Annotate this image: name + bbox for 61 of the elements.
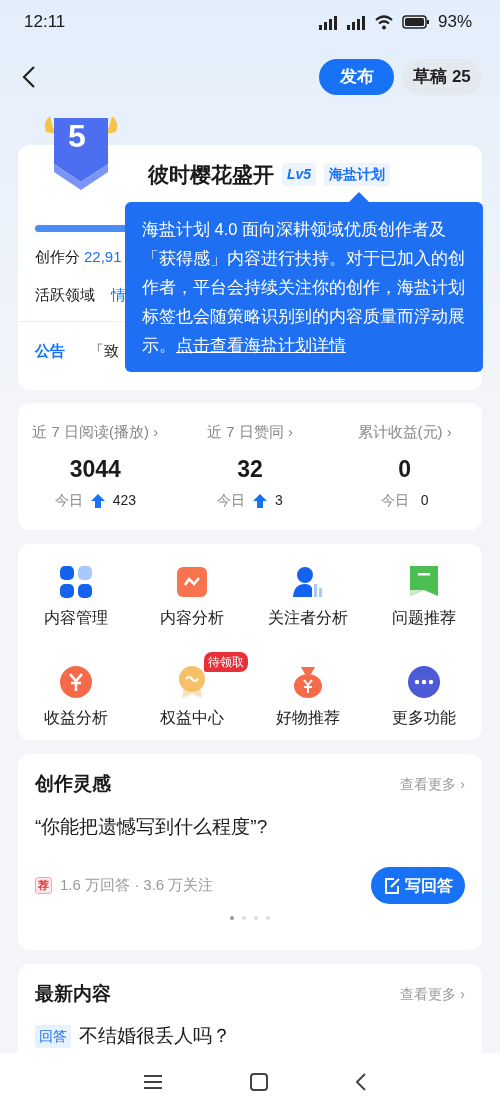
battery-level: 93% (437, 11, 472, 34)
tool-button[interactable]: 收益分析 (44, 663, 108, 729)
today-label: 今日 (217, 491, 246, 510)
wifi-icon (373, 14, 394, 30)
level-number: 5 (68, 120, 86, 152)
section-title: 创作灵感 (35, 772, 111, 796)
tool-button[interactable]: 内容分析 (160, 564, 224, 630)
tooltip-text: 海盐计划 4.0 面向深耕领域优质创作者及「获得感」内容进行扶持。对于已加入的创作者，平台会持续关注你的创作，海盐计划标签也会随策略识别到的内容质量而浮动展示。点击查看海盐计划详情 (142, 219, 466, 356)
grid-icon (58, 564, 94, 600)
question-stats: 1.6 万回答 · 3.6 万关注 (60, 875, 214, 896)
stat-value: 3044 (68, 454, 122, 484)
content-title[interactable]: 不结婚很丢人吗？ (79, 1024, 231, 1048)
section-title: 最新内容 (35, 982, 111, 1006)
tool-button[interactable]: 好物推荐 (276, 663, 340, 729)
stat-label[interactable]: 近 7 日阅读(播放) › (18, 421, 173, 444)
signal-icon (317, 14, 338, 30)
notice-label: 公告 (35, 340, 65, 361)
level-tag: Lv5 (282, 163, 317, 187)
back-button[interactable] (22, 65, 36, 89)
page-dot[interactable] (266, 916, 270, 920)
page-dot[interactable] (242, 916, 246, 920)
today-delta: 423 (112, 491, 136, 510)
stat-value: 0 (397, 454, 413, 484)
stat-value: 32 (236, 454, 264, 484)
program-tag[interactable]: 海盐计划 (324, 163, 391, 187)
edit-icon (383, 876, 401, 895)
answer-tag: 回答 (35, 1024, 71, 1048)
today-delta: 3 (275, 491, 283, 510)
notice-text[interactable]: 「致 (89, 339, 119, 362)
question-title[interactable]: “你能把遗憾写到什么程度”? (35, 812, 465, 841)
tool-button[interactable]: 问题推荐 (392, 564, 456, 630)
home-icon[interactable] (250, 1073, 268, 1091)
user-name: 彼时樱花盛开 (148, 162, 274, 188)
page-dot[interactable] (230, 916, 234, 920)
back-icon[interactable] (354, 1073, 367, 1091)
score-value: 22,91 (84, 246, 122, 267)
page-dot[interactable] (254, 916, 258, 920)
today-label: 今日 (54, 491, 83, 510)
yen-icon (58, 663, 94, 700)
tool-button[interactable]: 关注者分析 (268, 564, 348, 630)
chart-icon (174, 564, 210, 600)
score-label: 创作分 (35, 246, 80, 267)
menu-icon[interactable] (143, 1074, 164, 1090)
status-time: 12:11 (24, 11, 66, 34)
tool-button[interactable]: 内容管理 (44, 564, 108, 630)
more-icon (406, 663, 442, 700)
stat-label[interactable]: 近 7 日赞同 › (172, 421, 328, 444)
stat-label[interactable]: 累计收益(元) › (327, 421, 482, 444)
today-label: 今日 (380, 491, 409, 510)
publish-button[interactable]: 发布 (319, 59, 394, 95)
recommend-tag: 荐 (35, 877, 52, 894)
field-label: 活跃领域 (35, 285, 95, 305)
details-link[interactable]: 点击查看海盐计划详情 (176, 336, 346, 354)
signal-icon (345, 14, 366, 30)
field-value[interactable]: 情 (111, 284, 126, 307)
write-answer-button[interactable]: 写回答 (371, 867, 465, 904)
tool-button[interactable]: 更多功能 (392, 663, 456, 729)
drafts-button[interactable]: 草稿 25 (402, 59, 482, 95)
today-delta: 0 (420, 491, 429, 510)
battery-icon (401, 15, 430, 29)
pending-badge: 待领取 (203, 651, 248, 672)
